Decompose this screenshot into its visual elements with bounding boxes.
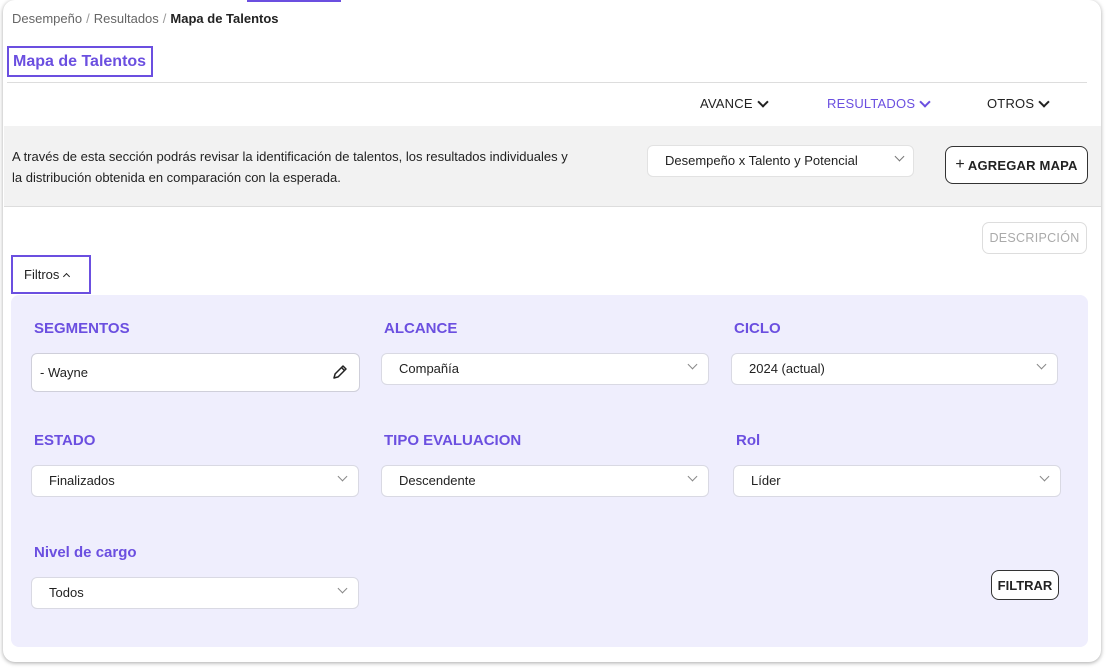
estado-value: Finalizados: [49, 473, 115, 488]
filters-toggle-label: Filtros: [24, 267, 60, 282]
tipo-evaluacion-select[interactable]: Descendente: [381, 465, 709, 497]
nav-otros-label: OTROS: [987, 96, 1035, 111]
chevron-down-icon: [894, 151, 905, 162]
active-top-indicator: [247, 0, 341, 2]
nav-avance-label: AVANCE: [700, 96, 753, 111]
add-map-button[interactable]: + AGREGAR MAPA: [945, 146, 1088, 184]
filter-submit-button[interactable]: FILTRAR: [991, 570, 1059, 600]
nav-avance-menu[interactable]: AVANCE: [700, 95, 769, 111]
breadcrumb-item-resultados[interactable]: Resultados: [94, 11, 159, 26]
filters-panel: SEGMENTOS - Wayne ALCANCE Compañía CICLO…: [11, 295, 1088, 647]
chevron-down-icon: [687, 471, 698, 482]
alcance-label: ALCANCE: [384, 320, 458, 337]
nav-resultados-label: RESULTADOS: [827, 96, 916, 111]
ciclo-select[interactable]: 2024 (actual): [731, 353, 1058, 385]
ciclo-value: 2024 (actual): [749, 361, 825, 376]
plus-icon: +: [955, 156, 965, 173]
chevron-up-icon: [63, 272, 71, 280]
chevron-down-icon: [337, 583, 348, 594]
estado-select[interactable]: Finalizados: [31, 465, 359, 497]
map-type-value: Desempeño x Talento y Potencial: [665, 153, 858, 168]
tipo-evaluacion-label: TIPO EVALUACION: [384, 432, 522, 449]
nivel-cargo-label: Nivel de cargo: [34, 544, 137, 561]
tipo-evaluacion-value: Descendente: [399, 473, 476, 488]
rol-value: Líder: [751, 473, 781, 488]
nav-resultados-menu[interactable]: RESULTADOS: [827, 95, 931, 111]
segmentos-value: - Wayne: [40, 365, 88, 380]
breadcrumb-current: Mapa de Talentos: [170, 11, 279, 26]
ciclo-label: CICLO: [734, 320, 781, 337]
chevron-down-icon: [1036, 359, 1047, 370]
nivel-cargo-select[interactable]: Todos: [31, 577, 359, 609]
chevron-down-icon: [1038, 95, 1050, 108]
chevron-down-icon: [687, 359, 698, 370]
add-map-label: AGREGAR MAPA: [967, 157, 1078, 173]
breadcrumb-item-desempeno[interactable]: Desempeño: [12, 11, 82, 26]
estado-label: ESTADO: [34, 432, 96, 449]
chevron-down-icon: [919, 95, 931, 108]
alcance-value: Compañía: [399, 361, 459, 376]
segmentos-label: SEGMENTOS: [34, 320, 130, 337]
intro-section: A través de esta sección podrás revisar …: [4, 126, 1101, 207]
app-window: Desempeño / Resultados / Mapa de Talentos Ma…: [3, 0, 1101, 662]
nivel-cargo-value: Todos: [49, 585, 84, 600]
intro-description: A través de esta sección podrás revisar …: [12, 149, 568, 185]
breadcrumb: Desempeño / Resultados / Mapa de Talentos: [12, 11, 279, 26]
page-title: Mapa de Talentos: [7, 46, 153, 77]
alcance-select[interactable]: Compañía: [381, 353, 709, 385]
rol-select[interactable]: Líder: [733, 465, 1061, 497]
nav-otros-menu[interactable]: OTROS: [987, 95, 1050, 111]
description-button[interactable]: DESCRIPCIÓN: [982, 222, 1087, 254]
filters-toggle[interactable]: Filtros: [11, 255, 91, 294]
chevron-down-icon: [757, 95, 769, 108]
chevron-down-icon: [1039, 471, 1050, 482]
pencil-icon[interactable]: [331, 363, 349, 381]
chevron-down-icon: [337, 471, 348, 482]
rol-label: Rol: [736, 432, 761, 449]
segmentos-field[interactable]: - Wayne: [31, 353, 360, 392]
title-divider: [7, 82, 1087, 83]
map-type-select[interactable]: Desempeño x Talento y Potencial: [647, 145, 914, 177]
